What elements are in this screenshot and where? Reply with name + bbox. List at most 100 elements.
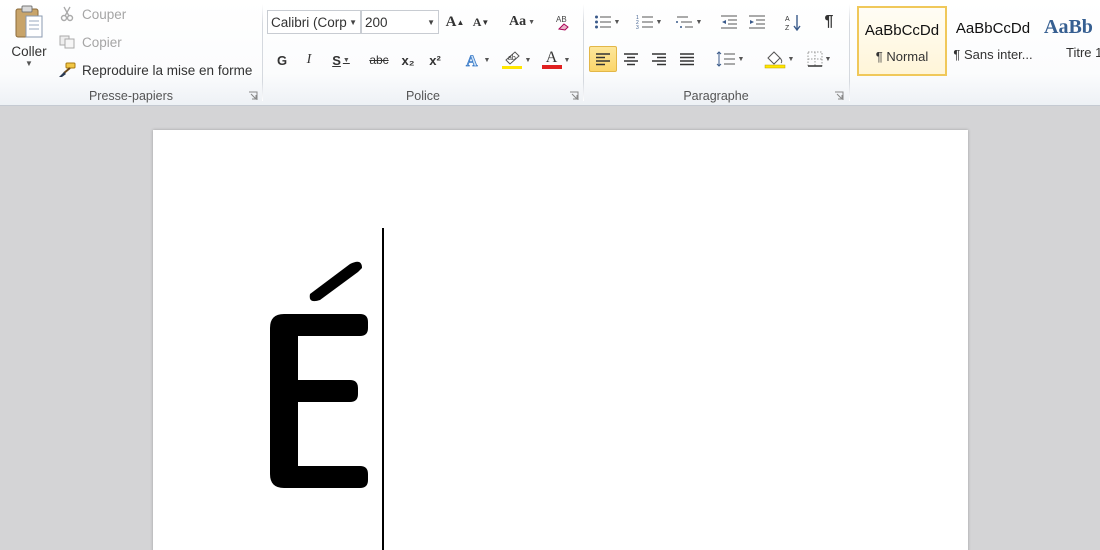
font-dialog-launcher-icon[interactable] (569, 91, 579, 101)
text-effects-icon: A (465, 53, 478, 69)
align-right-icon (652, 53, 666, 66)
cut-button[interactable]: Couper (58, 3, 126, 25)
svg-text:AB: AB (556, 15, 567, 24)
clipboard-dialog-launcher-icon[interactable] (248, 91, 258, 101)
strikethrough-button[interactable]: abc (366, 48, 392, 72)
bold-button[interactable]: G (271, 48, 293, 72)
increase-indent-button[interactable] (744, 10, 770, 34)
numbering-button[interactable]: 123 ▼ (632, 10, 666, 34)
font-group: Calibri (Corp ▼ 200 ▼ A ▲ A ▼ Aa ▼ AB G I S… (263, 0, 583, 106)
shrink-font-icon: A (472, 14, 482, 29)
style-sample: AaBb (1044, 16, 1093, 38)
show-formatting-marks-button[interactable]: ¶ (816, 10, 842, 34)
style-name: ¶ Normal (875, 49, 929, 64)
format-painter-icon (58, 62, 76, 78)
bold-icon: G (276, 52, 288, 68)
format-painter-button[interactable]: Reproduire la mise en forme (58, 59, 252, 81)
font-group-label: Police (405, 89, 441, 103)
sort-button[interactable]: AZ (780, 10, 806, 34)
shading-button[interactable]: ▼ (760, 46, 798, 72)
subscript-button[interactable]: x₂ (396, 48, 420, 72)
clipboard-group-label: Presse-papiers (88, 89, 174, 103)
pilcrow-icon: ¶ (824, 13, 834, 30)
highlighter-icon: ab (501, 51, 522, 69)
paragraph-group-label: Paragraphe (683, 89, 749, 103)
svg-text:Z: Z (785, 25, 790, 31)
increase-indent-icon (749, 15, 765, 29)
paragraph-group: ▼ 123 ▼ ▼ AZ ¶ ▼ ▼ ▼ Paragraphe (584, 0, 848, 106)
style-normal[interactable]: AaBbCcDd ¶ Normal (857, 6, 947, 76)
multilevel-list-button[interactable]: ▼ (672, 10, 706, 34)
style-name: ¶ Sans inter... (953, 47, 1033, 62)
svg-text:ab: ab (508, 55, 516, 62)
align-center-button[interactable] (618, 46, 644, 72)
paint-bucket-icon (764, 51, 785, 69)
chevron-down-icon: ▼ (427, 18, 435, 27)
subscript-icon: x₂ (401, 52, 415, 68)
superscript-button[interactable]: x² (423, 48, 447, 72)
justify-icon (680, 53, 694, 66)
cut-label: Couper (82, 6, 127, 22)
change-case-icon: Aa (508, 14, 527, 29)
svg-text:3: 3 (636, 25, 639, 30)
align-right-button[interactable] (646, 46, 672, 72)
grow-font-button[interactable]: A ▲ (443, 10, 467, 34)
line-spacing-button[interactable]: ▼ (712, 46, 748, 72)
decrease-indent-icon (721, 15, 737, 29)
align-left-icon (596, 53, 610, 66)
paste-label: Coller (11, 44, 47, 59)
text-effects-button[interactable]: A ▼ (461, 48, 493, 72)
grow-font-icon: A (445, 13, 457, 30)
borders-button[interactable]: ▼ (802, 46, 836, 72)
format-painter-label: Reproduire la mise en forme (82, 62, 253, 78)
align-left-button[interactable] (589, 46, 617, 72)
svg-text:A: A (466, 53, 478, 69)
chevron-down-icon: ▼ (349, 18, 357, 27)
font-family-select[interactable]: Calibri (Corp ▼ (267, 10, 361, 34)
justify-button[interactable] (674, 46, 700, 72)
italic-icon: I (306, 52, 312, 67)
acute-accent-glyph (309, 261, 362, 302)
italic-button[interactable]: I (298, 48, 320, 72)
style-no-spacing[interactable]: AaBbCcDd ¶ Sans inter... (948, 6, 1038, 76)
bullets-button[interactable]: ▼ (590, 10, 624, 34)
font-family-value: Calibri (Corp (271, 14, 347, 30)
paste-button[interactable]: Coller ▼ (6, 4, 52, 82)
paste-dropdown-icon[interactable]: ▼ (6, 59, 52, 68)
shrink-font-button[interactable]: A ▼ (469, 10, 493, 34)
copy-icon (58, 34, 76, 50)
style-name: Titre 1 (1066, 45, 1100, 60)
paragraph-dialog-launcher-icon[interactable] (834, 91, 844, 101)
letter-e-glyph (270, 314, 368, 488)
decrease-indent-button[interactable] (716, 10, 742, 34)
underline-button[interactable]: S ▼ (326, 48, 356, 72)
ribbon: Coller ▼ Couper Copier Reproduire la mis… (0, 0, 1100, 106)
document-text-value: É (262, 258, 263, 259)
line-spacing-icon (716, 51, 735, 67)
strikethrough-icon: abc (369, 53, 389, 67)
clear-formatting-button[interactable]: AB (551, 10, 575, 34)
clipboard-group: Coller ▼ Couper Copier Reproduire la mis… (0, 0, 262, 106)
align-center-icon (624, 53, 638, 66)
underline-icon: S (332, 52, 341, 68)
clear-formatting-icon: AB (556, 15, 569, 31)
multilevel-list-icon (675, 16, 693, 28)
style-sample: AaBbCcDd (864, 22, 940, 39)
font-color-button[interactable]: A ▼ (537, 48, 575, 72)
text-cursor (382, 228, 384, 550)
numbered-list-icon: 123 (636, 15, 653, 30)
style-heading-1[interactable]: AaBb Titre 1 (1040, 6, 1100, 76)
font-size-value: 200 (365, 14, 388, 30)
highlight-button[interactable]: ab ▼ (497, 48, 535, 72)
copy-button[interactable]: Copier (58, 31, 122, 53)
paste-icon (15, 5, 43, 38)
document-text[interactable]: É (262, 258, 378, 494)
superscript-icon: x² (429, 52, 441, 68)
copy-label: Copier (82, 34, 122, 50)
change-case-button[interactable]: Aa ▼ (505, 10, 539, 34)
borders-icon (807, 51, 823, 67)
style-sample: AaBbCcDd (955, 20, 1031, 37)
svg-text:A: A (785, 16, 790, 23)
font-color-icon: A (541, 50, 562, 69)
font-size-select[interactable]: 200 ▼ (361, 10, 439, 34)
